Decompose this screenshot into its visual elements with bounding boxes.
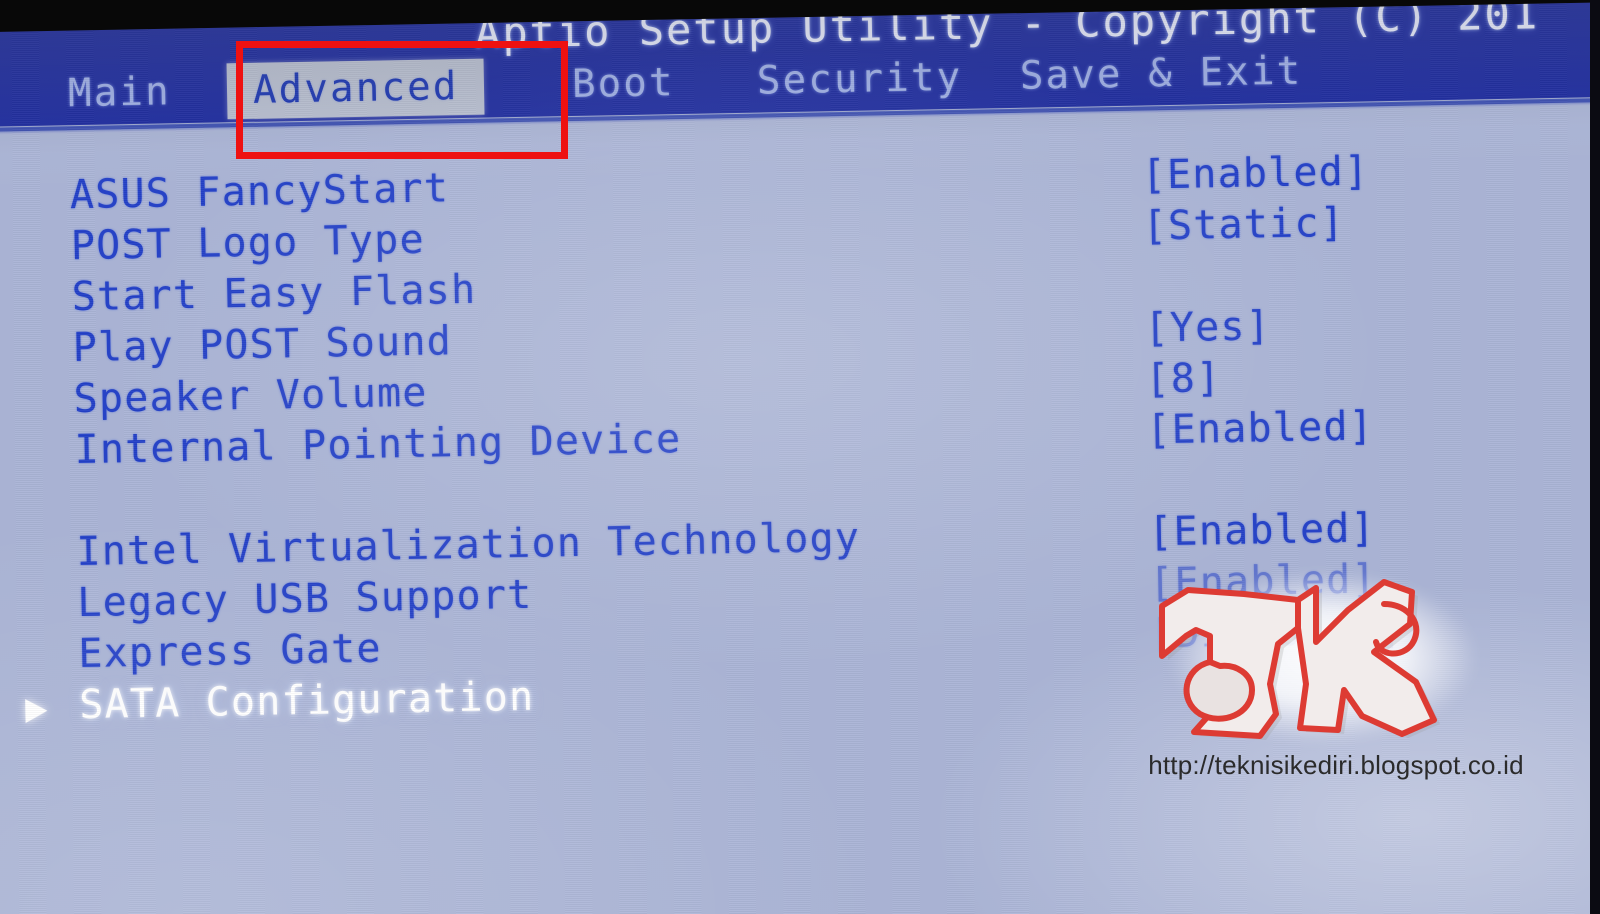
setting-label: POST Logo Type [70, 216, 426, 270]
setting-label: SATA Configuration [78, 673, 535, 729]
setting-label: Speaker Volume [73, 369, 428, 423]
setting-value[interactable]: [Enabled] [1149, 556, 1377, 606]
setting-value[interactable]: [Yes] [1144, 303, 1271, 351]
settings-list: ASUS FancyStart [Enabled] POST Logo Type… [0, 101, 1600, 914]
setting-label: Start Easy Flash [71, 266, 477, 321]
setting-label: Internal Pointing Device [74, 416, 682, 474]
bios-screen-photo: Aptio Setup Utility - Copyright (C) 201 … [0, 0, 1600, 914]
tab-main[interactable]: Main [68, 64, 172, 122]
setting-value[interactable]: [Enabled] [1146, 403, 1374, 453]
setting-label: Express Gate [77, 625, 383, 678]
setting-value[interactable]: [Enabled] [1141, 148, 1369, 198]
bios-setup-screen: Aptio Setup Utility - Copyright (C) 201 … [0, 0, 1600, 914]
setting-label: ASUS FancyStart [69, 165, 450, 219]
tab-advanced[interactable]: Advanced [226, 58, 485, 120]
submenu-arrow-icon [25, 698, 48, 724]
setting-value[interactable]: [8] [1145, 355, 1222, 402]
tab-boot[interactable]: Boot [571, 55, 676, 113]
setting-value[interactable]: [Enabled] [1148, 505, 1376, 555]
setting-value[interactable]: [Disabled] [1150, 607, 1404, 658]
tab-security[interactable]: Security [756, 50, 963, 110]
tab-save-exit[interactable]: Save & Exit [1019, 44, 1302, 105]
setting-label: Play POST Sound [72, 318, 453, 372]
setting-label: Legacy USB Support [76, 571, 533, 627]
setting-value[interactable]: [Static] [1142, 200, 1345, 250]
